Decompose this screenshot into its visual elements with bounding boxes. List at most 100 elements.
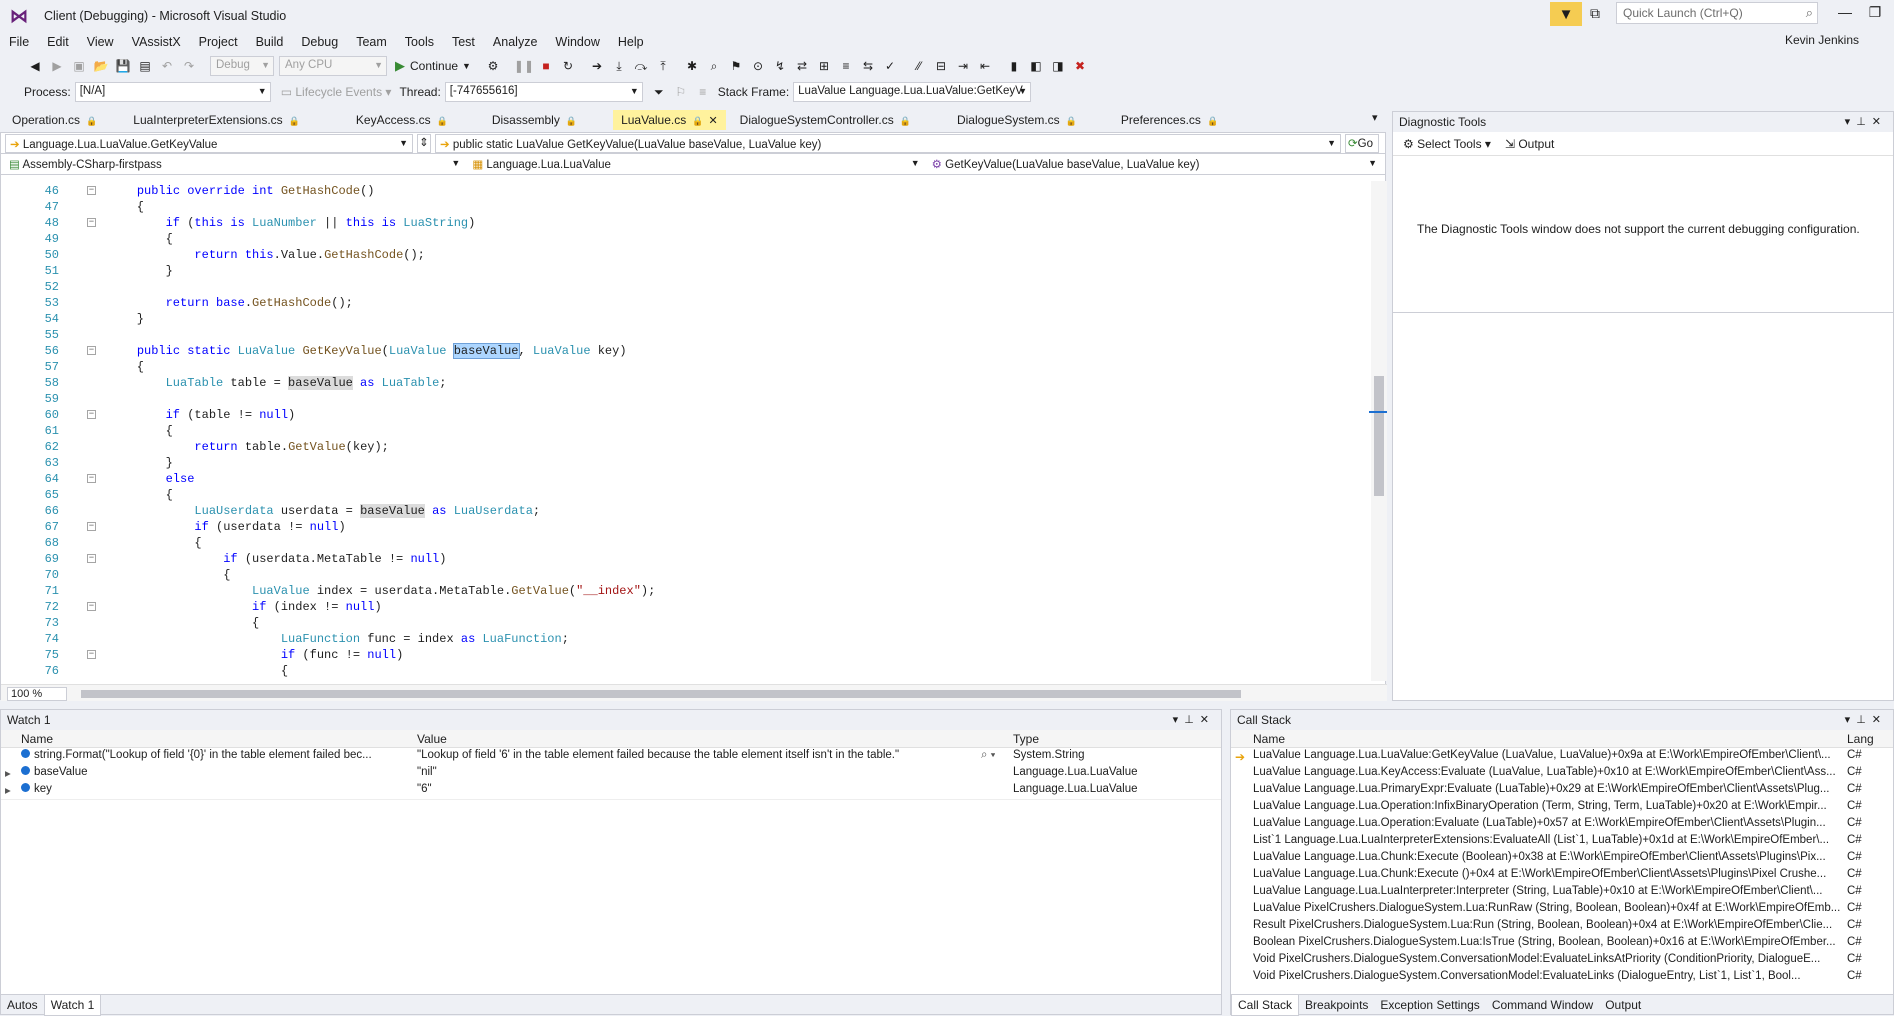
clear-bookmarks-icon[interactable]: ✖: [1070, 56, 1090, 76]
step-into-icon[interactable]: ⤓: [609, 56, 629, 76]
code-line[interactable]: 76 {: [1, 663, 1371, 679]
tab-call-stack[interactable]: Call Stack: [1231, 995, 1300, 1016]
collapse-icon[interactable]: −: [87, 186, 96, 195]
collapse-icon[interactable]: −: [87, 650, 96, 659]
minimize-button[interactable]: —: [1830, 4, 1860, 26]
close-tab-icon[interactable]: ✕: [708, 115, 717, 127]
toggle-flag-icon[interactable]: ≡: [693, 82, 713, 102]
output-button[interactable]: ⇲ Output: [1505, 137, 1554, 151]
code-line[interactable]: 66 LuaUserdata userdata = baseValue as L…: [1, 503, 1371, 519]
call-stack-frame[interactable]: Boolean PixelCrushers.DialogueSystem.Lua…: [1231, 935, 1893, 952]
code-line[interactable]: 61 {: [1, 423, 1371, 439]
watch-row[interactable]: ▸ key "6" Language.Lua.LuaValue: [1, 782, 1221, 799]
code-line[interactable]: 49 {: [1, 231, 1371, 247]
code-line[interactable]: 53 return base.GetHashCode();: [1, 295, 1371, 311]
filter-thread-icon[interactable]: ⏷: [649, 82, 669, 102]
save-all-icon[interactable]: ▤: [135, 56, 155, 76]
code-line[interactable]: 62 return table.GetValue(key);: [1, 439, 1371, 455]
tab-breakpoints[interactable]: Breakpoints: [1299, 995, 1374, 1015]
tab-luainterpreterextensions-cs[interactable]: LuaInterpreterExtensions.cs 🔒: [125, 110, 308, 130]
collapse-icon[interactable]: −: [87, 602, 96, 611]
save-icon[interactable]: 💾: [113, 56, 133, 76]
menu-item-analyze[interactable]: Analyze: [484, 32, 546, 52]
find-references-icon[interactable]: ⊙: [748, 56, 768, 76]
tab-exception-settings[interactable]: Exception Settings: [1374, 995, 1485, 1015]
menu-item-debug[interactable]: Debug: [292, 32, 347, 52]
zoom-select[interactable]: 100 %: [7, 687, 67, 701]
editor-vertical-scrollbar[interactable]: [1369, 181, 1387, 681]
type-select[interactable]: ▦ Language.Lua.LuaValue ▼: [468, 154, 924, 174]
menu-item-help[interactable]: Help: [609, 32, 653, 52]
code-line[interactable]: 68 {: [1, 535, 1371, 551]
expand-icon[interactable]: ▸: [5, 783, 11, 797]
toggle-bookmark-icon[interactable]: ▮: [1004, 56, 1024, 76]
redo-icon[interactable]: ↷: [179, 56, 199, 76]
code-line[interactable]: 56 − public static LuaValue GetKeyValue(L…: [1, 343, 1371, 359]
menu-item-team[interactable]: Team: [347, 32, 396, 52]
code-line[interactable]: 58 LuaTable table = baseValue as LuaTabl…: [1, 375, 1371, 391]
call-stack-frame[interactable]: ➔ LuaValue Language.Lua.LuaValue:GetKeyVa…: [1231, 748, 1893, 765]
menu-item-view[interactable]: View: [78, 32, 123, 52]
stop-debugging-icon[interactable]: ■: [536, 56, 556, 76]
text-visualizer-icon[interactable]: ⌕ ▾: [981, 749, 995, 762]
column-name[interactable]: Name: [21, 732, 53, 746]
menu-item-project[interactable]: Project: [190, 32, 247, 52]
back-icon[interactable]: ◀: [25, 56, 45, 76]
tab-luavalue-cs[interactable]: LuaValue.cs 🔒 ✕: [613, 110, 726, 130]
call-stack-frame[interactable]: LuaValue PixelCrushers.DialogueSystem.Lu…: [1231, 901, 1893, 918]
column-lang[interactable]: Lang: [1847, 732, 1874, 746]
notification-filter-icon[interactable]: ▼: [1550, 2, 1582, 26]
go-button[interactable]: ⟳Go: [1345, 133, 1379, 153]
collapse-icon[interactable]: −: [87, 474, 96, 483]
code-line[interactable]: 75 − if (func != null): [1, 647, 1371, 663]
code-text-area[interactable]: 46 − public override int GetHashCode() 47 …: [1, 183, 1371, 681]
indent-icon[interactable]: ⇥: [953, 56, 973, 76]
lifecycle-events-button[interactable]: ▭ Lifecycle Events ▾: [281, 85, 392, 99]
member-navigation-select[interactable]: ➔ Language.Lua.LuaValue.GetKeyValue ▼: [5, 133, 413, 153]
outdent-icon[interactable]: ⇤: [975, 56, 995, 76]
refactor-icon[interactable]: ⇄: [792, 56, 812, 76]
tab-keyaccess-cs[interactable]: KeyAccess.cs 🔒: [348, 110, 456, 130]
call-stack-frame[interactable]: LuaValue Language.Lua.PrimaryExpr:Evalua…: [1231, 782, 1893, 799]
watch-empty-row[interactable]: [1, 799, 1221, 816]
quick-launch-input[interactable]: Quick Launch (Ctrl+Q) ⌕: [1616, 2, 1818, 24]
code-line[interactable]: 72 − if (index != null): [1, 599, 1371, 615]
feedback-icon[interactable]: ⧉: [1590, 5, 1608, 23]
menu-item-test[interactable]: Test: [443, 32, 484, 52]
select-tools-button[interactable]: ⚙ Select Tools ▾: [1403, 137, 1491, 151]
panel-controls[interactable]: ▾⊥✕: [1845, 115, 1887, 128]
code-line[interactable]: 63 }: [1, 455, 1371, 471]
close-window-button[interactable]: [1888, 4, 1894, 26]
code-line[interactable]: 60 − if (table != null): [1, 407, 1371, 423]
code-line[interactable]: 47 {: [1, 199, 1371, 215]
column-name[interactable]: Name: [1253, 732, 1285, 746]
code-line[interactable]: 71 LuaValue index = userdata.MetaTable.G…: [1, 583, 1371, 599]
watch-row[interactable]: string.Format("Lookup of field '{0}' in …: [1, 748, 1221, 765]
call-stack-frame[interactable]: LuaValue Language.Lua.Chunk:Execute (Boo…: [1231, 850, 1893, 867]
forward-icon[interactable]: ▶: [47, 56, 67, 76]
code-line[interactable]: 46 − public override int GetHashCode(): [1, 183, 1371, 199]
bookmark-icon[interactable]: ⚑: [726, 56, 746, 76]
prev-bookmark-icon[interactable]: ◧: [1026, 56, 1046, 76]
code-line[interactable]: 69 − if (userdata.MetaTable != null): [1, 551, 1371, 567]
call-stack-frame[interactable]: LuaValue Language.Lua.KeyAccess:Evaluate…: [1231, 765, 1893, 782]
collapse-icon[interactable]: −: [87, 218, 96, 227]
uncomment-icon[interactable]: ⊟: [931, 56, 951, 76]
menu-item-tools[interactable]: Tools: [396, 32, 443, 52]
platform-select[interactable]: Any CPU ▼: [279, 56, 387, 76]
menu-item-build[interactable]: Build: [247, 32, 293, 52]
code-line[interactable]: 64 − else: [1, 471, 1371, 487]
tab-disassembly[interactable]: Disassembly 🔒: [484, 110, 585, 130]
expand-icon[interactable]: ▸: [5, 766, 11, 780]
user-account[interactable]: Kevin Jenkins: [1785, 33, 1859, 47]
code-line[interactable]: 67 − if (userdata != null): [1, 519, 1371, 535]
code-line[interactable]: 70 {: [1, 567, 1371, 583]
code-editor[interactable]: ➔ Language.Lua.LuaValue.GetKeyValue ▼ ⇕ ➔…: [0, 132, 1387, 701]
open-file-icon[interactable]: 📂: [91, 56, 111, 76]
call-stack-frame[interactable]: Void PixelCrushers.DialogueSystem.Conver…: [1231, 952, 1893, 969]
project-select[interactable]: ▤ Assembly-CSharp-firstpass ▼: [5, 154, 465, 174]
configuration-select[interactable]: Debug ▼: [210, 56, 274, 76]
show-next-statement-icon[interactable]: ➔: [587, 56, 607, 76]
panel-controls[interactable]: ▾⊥✕: [1845, 713, 1887, 726]
call-stack-frame[interactable]: List`1 Language.Lua.LuaInterpreterExtens…: [1231, 833, 1893, 850]
